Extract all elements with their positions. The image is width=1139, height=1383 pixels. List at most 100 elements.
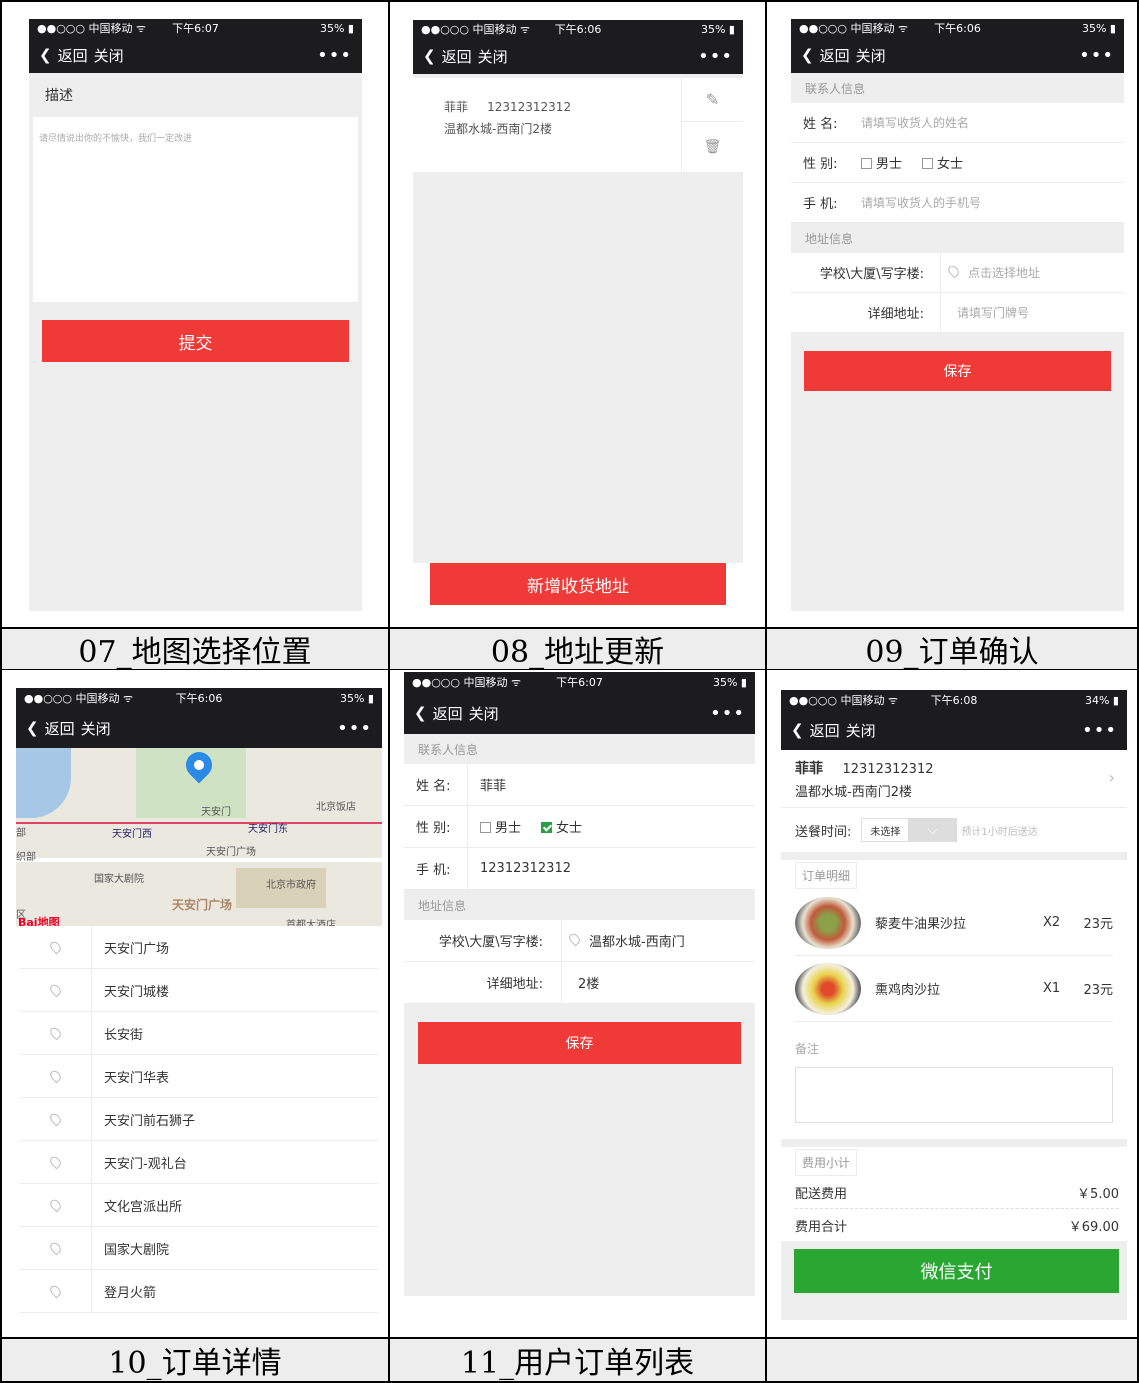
close-button[interactable]: 关闭 xyxy=(846,720,876,741)
school-select[interactable]: 点击选择地址 xyxy=(958,264,1040,281)
battery-text: 35% xyxy=(700,22,726,36)
contact-phone: 12312312312 xyxy=(487,100,572,114)
screen-address-form: ●●○○○ 中国移动 ᯤ 下午6:06 35% ▮ ❮ 返回 关闭 ••• 联系人信… xyxy=(791,19,1124,611)
address-section-header: 地址信息 xyxy=(791,223,1124,253)
delivery-fee-label: 配送费用 xyxy=(795,1187,848,1202)
save-button[interactable]: 保存 xyxy=(418,1022,741,1064)
map-label: 天安门广场 xyxy=(206,847,256,858)
fee-section-label: 费用小计 xyxy=(795,1148,858,1176)
gender-row: 性 别: 男士 女士 xyxy=(404,806,755,848)
back-button[interactable]: ❮ 返回 关闭 xyxy=(414,703,499,724)
school-row: 学校\大厦\写字楼: 点击选择地址 xyxy=(791,253,1124,293)
place-item[interactable]: 文化宫派出所 xyxy=(20,1184,378,1227)
back-button[interactable]: ❮ 返回 关闭 xyxy=(39,45,124,66)
wechat-pay-button[interactable]: 微信支付 xyxy=(794,1249,1119,1293)
back-button[interactable]: ❮ 返回 关闭 xyxy=(791,720,876,741)
female-checkbox[interactable]: 女士 xyxy=(902,153,963,172)
more-menu-button[interactable]: ••• xyxy=(317,45,352,66)
nav-bar: ❮ 返回 关闭 ••• xyxy=(781,710,1127,750)
dish-qty: X1 xyxy=(1043,981,1061,996)
detail-input[interactable]: 请填写门牌号 xyxy=(941,304,1029,321)
school-label: 学校\大厦\写字楼: xyxy=(791,253,941,292)
note-textarea[interactable] xyxy=(795,1067,1113,1123)
map-label: 天安门 xyxy=(201,807,231,818)
map-label: 北京饭店 xyxy=(316,802,356,813)
save-button[interactable]: 保存 xyxy=(804,351,1111,391)
phone-input[interactable]: 12312312312 xyxy=(468,861,571,876)
nav-bar: ❮ 返回 关闭 ••• xyxy=(791,37,1124,73)
name-input[interactable]: 菲菲 xyxy=(468,775,506,794)
chevron-left-icon: ❮ xyxy=(423,47,436,65)
phone-input[interactable]: 请填写收货人的手机号 xyxy=(849,194,981,211)
close-button[interactable]: 关闭 xyxy=(94,45,124,66)
checkbox-icon xyxy=(480,822,491,833)
place-name: 天安门华表 xyxy=(104,1070,170,1086)
place-item[interactable]: 天安门广场 xyxy=(20,926,378,969)
delivery-fee-value: ￥5.00 xyxy=(1077,1187,1119,1202)
place-name: 天安门城楼 xyxy=(104,984,170,1000)
detail-input[interactable]: 2楼 xyxy=(562,973,599,992)
place-item[interactable]: 天安门-观礼台 xyxy=(20,1141,378,1184)
screen-map-picker: ●●○○○ 中国移动 ᯤ 下午6:06 35% ▮ ❮ 返回 关闭 ••• 天安门 … xyxy=(16,688,382,1324)
checkbox-icon xyxy=(861,158,872,169)
location-pin-icon xyxy=(20,1098,92,1140)
place-name: 天安门-观礼台 xyxy=(104,1156,187,1172)
contact-name: 菲菲 xyxy=(444,100,469,114)
caption-10: 10_订单详情 xyxy=(2,1339,388,1381)
close-button[interactable]: 关闭 xyxy=(478,46,508,67)
name-input[interactable]: 请填写收货人的姓名 xyxy=(849,114,969,131)
place-item[interactable]: 国家大剧院 xyxy=(20,1227,378,1270)
add-address-button[interactable]: 新增收货地址 xyxy=(430,563,726,605)
total-value: ￥69.00 xyxy=(1068,1219,1119,1235)
location-pin-icon xyxy=(20,926,92,968)
screen-feedback: ●●○○○ 中国移动 ᯤ 下午6:07 35% ▮ ❮ 返回 关闭 ••• 描述 请… xyxy=(29,19,362,611)
place-item[interactable]: 天安门华表 xyxy=(20,1055,378,1098)
female-checkbox[interactable]: 女士 xyxy=(521,817,582,836)
order-section-label: 订单明细 xyxy=(795,861,858,889)
school-row: 学校\大厦\写字楼: 温都水城-西南门 xyxy=(404,920,755,962)
location-pin-icon xyxy=(20,1141,92,1183)
card-actions: ✎ 🗑 xyxy=(681,78,743,172)
chevron-left-icon: ❮ xyxy=(791,721,804,739)
more-menu-button[interactable]: ••• xyxy=(337,718,372,739)
status-bar: ●●○○○ 中国移动 ᯤ 下午6:06 35% ▮ xyxy=(16,688,382,708)
map-label: 首都大酒店 xyxy=(286,920,336,926)
close-button[interactable]: 关闭 xyxy=(469,703,499,724)
place-item[interactable]: 登月火箭 xyxy=(20,1270,378,1313)
battery-text: 35% xyxy=(339,691,365,705)
map-label: 织部 xyxy=(16,852,36,863)
nav-bar: ❮ 返回 关闭 ••• xyxy=(404,692,755,734)
back-button[interactable]: ❮ 返回 关闭 xyxy=(801,45,886,66)
map-view[interactable]: 天安门 北京饭店 天安门西 天安门东 天安门广场 国家大剧院 北京市政府 天安门… xyxy=(16,748,382,926)
back-button[interactable]: ❮ 返回 关闭 xyxy=(423,46,508,67)
nav-bar: ❮ 返回 关闭 ••• xyxy=(413,38,743,74)
school-select[interactable]: 温都水城-西南门 xyxy=(579,931,685,950)
feedback-textarea[interactable]: 请尽情说出你的不愉快，我们一定改进 xyxy=(33,117,358,302)
map-label: 北京市政府 xyxy=(266,880,316,891)
place-item[interactable]: 天安门城楼 xyxy=(20,969,378,1012)
battery-text: 35% xyxy=(712,675,738,689)
close-button[interactable]: 关闭 xyxy=(856,45,886,66)
contact-phone: 12312312312 xyxy=(842,762,934,777)
map-label: 天安门广场 xyxy=(172,898,233,912)
more-menu-button[interactable]: ••• xyxy=(1079,45,1114,66)
more-menu-button[interactable]: ••• xyxy=(710,703,745,724)
address-card[interactable]: 菲菲 12312312312 温都水城-西南门2楼 ✎ 🗑 xyxy=(413,78,743,172)
delivery-address-card[interactable]: 菲菲 12312312312 温都水城-西南门2楼 › xyxy=(781,750,1127,808)
submit-button[interactable]: 提交 xyxy=(42,320,349,362)
delivery-time-select[interactable]: 未选择 ⌵ xyxy=(861,818,958,842)
male-label: 男士 xyxy=(495,821,522,836)
detail-row: 详细地址: 请填写门牌号 xyxy=(791,293,1124,333)
edit-icon[interactable]: ✎ xyxy=(682,78,743,122)
close-button[interactable]: 关闭 xyxy=(81,718,111,739)
total-label: 费用合计 xyxy=(795,1219,848,1235)
place-item[interactable]: 天安门前石狮子 xyxy=(20,1098,378,1141)
place-item[interactable]: 长安街 xyxy=(20,1012,378,1055)
more-menu-button[interactable]: ••• xyxy=(1082,720,1117,741)
male-checkbox[interactable]: 男士 xyxy=(468,817,521,836)
trash-icon[interactable]: 🗑 xyxy=(682,122,743,172)
more-menu-button[interactable]: ••• xyxy=(698,46,733,67)
male-checkbox[interactable]: 男士 xyxy=(849,153,902,172)
back-button[interactable]: ❮ 返回 关闭 xyxy=(26,718,111,739)
status-bar: ●●○○○ 中国移动 ᯤ 下午6:08 34% ▮ xyxy=(781,690,1127,710)
